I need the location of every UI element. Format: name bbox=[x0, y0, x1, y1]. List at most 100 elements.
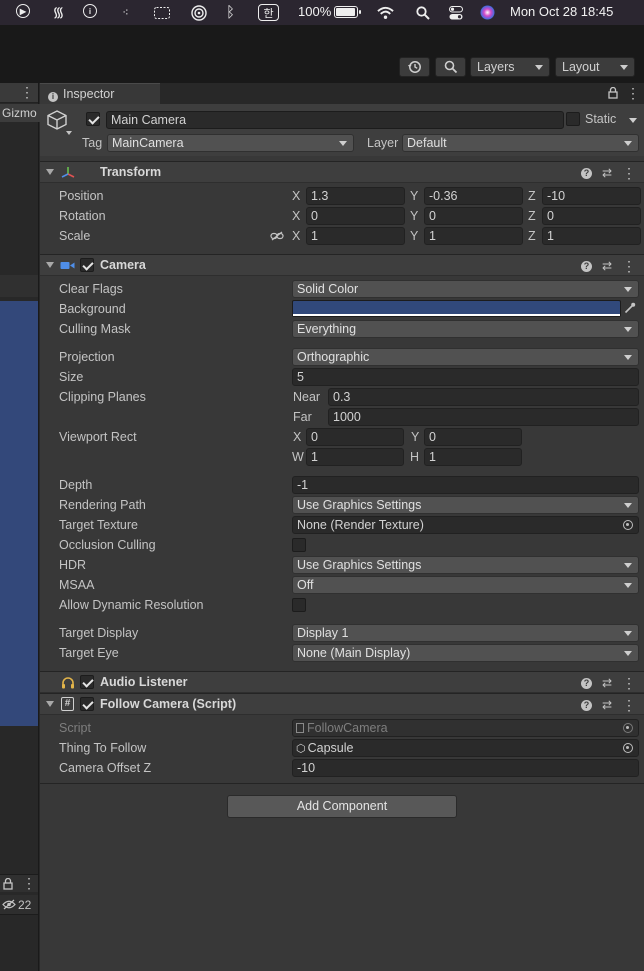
rotation-y-field[interactable]: 0 bbox=[424, 207, 523, 225]
follow-camera-header[interactable]: # Follow Camera (Script) ? ⇄ ⋮ bbox=[40, 693, 644, 715]
scene-view-panel[interactable]: ⋮ Gizmo ⋮ 22 bbox=[0, 83, 40, 971]
hdr-dropdown[interactable]: Use Graphics Settings bbox=[292, 556, 639, 574]
layout-dropdown[interactable]: Layout bbox=[555, 57, 635, 77]
occlusion-culling-checkbox[interactable] bbox=[292, 538, 306, 552]
add-component-button[interactable]: Add Component bbox=[227, 795, 457, 818]
presets-icon[interactable]: ⇄ bbox=[602, 166, 612, 180]
presets-icon[interactable]: ⇄ bbox=[602, 676, 612, 690]
thing-to-follow-value: Capsule bbox=[307, 741, 354, 755]
info-circle-icon[interactable]: i bbox=[83, 4, 97, 18]
object-picker-icon[interactable] bbox=[623, 743, 633, 753]
scale-z-field[interactable]: 1 bbox=[542, 227, 641, 245]
transform-header[interactable]: Transform ? ⇄ ⋮ bbox=[40, 161, 644, 183]
kebab-menu-icon[interactable]: ⋮ bbox=[22, 876, 36, 890]
scale-y-field[interactable]: 1 bbox=[424, 227, 523, 245]
position-z-field[interactable]: -10 bbox=[542, 187, 641, 205]
audio-listener-header[interactable]: Audio Listener ? ⇄ ⋮ bbox=[40, 671, 644, 693]
projection-dropdown[interactable]: Orthographic bbox=[292, 348, 639, 366]
spotlight-icon[interactable] bbox=[414, 4, 431, 21]
camera-header[interactable]: Camera ? ⇄ ⋮ bbox=[40, 254, 644, 276]
airdrop-icon[interactable] bbox=[190, 4, 207, 21]
scale-x-field[interactable]: 1 bbox=[306, 227, 405, 245]
layer-dropdown[interactable]: Default bbox=[402, 134, 639, 152]
tag-dropdown[interactable]: MainCamera bbox=[107, 134, 354, 152]
follow-camera-checkbox[interactable] bbox=[80, 697, 94, 711]
kebab-menu-icon[interactable]: ⋮ bbox=[626, 86, 640, 100]
chevron-down-icon[interactable] bbox=[66, 131, 72, 135]
tab-inspector[interactable]: i Inspector bbox=[40, 83, 160, 104]
object-picker-icon[interactable] bbox=[623, 520, 633, 530]
input-method-icon[interactable]: 한 bbox=[258, 4, 279, 21]
camera-enabled-checkbox[interactable] bbox=[80, 258, 94, 272]
foldout-arrow-icon[interactable] bbox=[46, 701, 54, 707]
wifi-icon[interactable] bbox=[377, 4, 394, 21]
eyedropper-icon[interactable] bbox=[624, 302, 636, 314]
constrain-proportions-icon[interactable] bbox=[270, 231, 284, 241]
layers-dropdown[interactable]: Layers bbox=[470, 57, 550, 77]
swirl-icon[interactable]: ᯾ bbox=[50, 4, 67, 21]
audio-listener-checkbox[interactable] bbox=[80, 675, 94, 689]
camera-offset-z-field[interactable]: -10 bbox=[292, 759, 639, 777]
kebab-menu-icon[interactable]: ⋮ bbox=[622, 676, 636, 690]
msaa-dropdown[interactable]: Off bbox=[292, 576, 639, 594]
hidden-eye-icon[interactable] bbox=[2, 899, 16, 910]
near-clip-field[interactable]: 0.3 bbox=[328, 388, 639, 406]
presets-icon[interactable]: ⇄ bbox=[602, 259, 612, 273]
culling-mask-dropdown[interactable]: Everything bbox=[292, 320, 639, 338]
rotation-x-field[interactable]: 0 bbox=[306, 207, 405, 225]
foldout-arrow-icon[interactable] bbox=[46, 169, 54, 175]
viewport-y-field[interactable]: 0 bbox=[424, 428, 522, 446]
lock-icon[interactable] bbox=[608, 87, 618, 99]
menubar-clock[interactable]: Mon Oct 28 18:45 bbox=[510, 4, 613, 19]
static-checkbox[interactable] bbox=[566, 112, 580, 126]
presets-icon[interactable]: ⇄ bbox=[602, 698, 612, 712]
siri-icon[interactable] bbox=[479, 4, 496, 21]
chevron-down-icon bbox=[535, 65, 543, 70]
bluetooth-icon[interactable]: ᛒ bbox=[222, 4, 239, 21]
target-eye-dropdown[interactable]: None (Main Display) bbox=[292, 644, 639, 662]
object-name-field[interactable]: Main Camera bbox=[106, 111, 564, 129]
foldout-arrow-icon[interactable] bbox=[46, 262, 54, 268]
target-texture-field[interactable]: None (Render Texture) bbox=[292, 516, 639, 534]
sidebar-icon[interactable] bbox=[153, 4, 170, 21]
play-circle-icon[interactable]: ▶ bbox=[16, 4, 30, 18]
help-icon[interactable]: ? bbox=[580, 699, 592, 711]
dynamic-resolution-checkbox[interactable] bbox=[292, 598, 306, 612]
position-y-field[interactable]: -0.36 bbox=[424, 187, 523, 205]
scene-viewport[interactable] bbox=[0, 301, 38, 726]
far-clip-field[interactable]: 1000 bbox=[328, 408, 639, 426]
rendering-path-dropdown[interactable]: Use Graphics Settings bbox=[292, 496, 639, 514]
kebab-menu-icon[interactable]: ⋮ bbox=[622, 259, 636, 273]
thing-to-follow-field[interactable]: ⬡ Capsule bbox=[292, 739, 639, 757]
help-icon[interactable]: ? bbox=[580, 677, 592, 689]
transform-row-label: Scale bbox=[59, 229, 91, 243]
search-button[interactable] bbox=[435, 57, 466, 77]
size-field[interactable]: 5 bbox=[292, 368, 639, 386]
tag-value: MainCamera bbox=[112, 136, 184, 150]
viewport-w-field[interactable]: 1 bbox=[306, 448, 404, 466]
static-dropdown-icon[interactable] bbox=[629, 118, 637, 123]
rotation-z-field[interactable]: 0 bbox=[542, 207, 641, 225]
kebab-menu-icon[interactable]: ⋮ bbox=[20, 85, 34, 99]
history-button[interactable] bbox=[399, 57, 430, 77]
gameobject-cube-icon[interactable] bbox=[46, 109, 68, 131]
active-checkbox[interactable] bbox=[86, 112, 100, 126]
viewport-x-field[interactable]: 0 bbox=[306, 428, 404, 446]
depth-field[interactable]: -1 bbox=[292, 476, 639, 494]
help-icon[interactable]: ? bbox=[580, 167, 592, 179]
control-center-icon[interactable] bbox=[447, 4, 464, 21]
help-icon[interactable]: ? bbox=[580, 260, 592, 272]
kebab-menu-icon[interactable]: ⋮ bbox=[622, 698, 636, 712]
dots-icon[interactable]: ⁖ bbox=[117, 4, 134, 21]
viewport-rect-label: Viewport Rect bbox=[59, 430, 137, 444]
clear-flags-dropdown[interactable]: Solid Color bbox=[292, 280, 639, 298]
background-color-field[interactable] bbox=[292, 300, 621, 317]
kebab-menu-icon[interactable]: ⋮ bbox=[622, 166, 636, 180]
hdr-label: HDR bbox=[59, 558, 87, 572]
gizmos-button[interactable]: Gizmo bbox=[0, 104, 40, 122]
target-display-dropdown[interactable]: Display 1 bbox=[292, 624, 639, 642]
viewport-h-field[interactable]: 1 bbox=[424, 448, 522, 466]
position-x-field[interactable]: 1.3 bbox=[306, 187, 405, 205]
battery-icon[interactable] bbox=[334, 6, 361, 18]
lock-icon[interactable] bbox=[3, 878, 13, 890]
